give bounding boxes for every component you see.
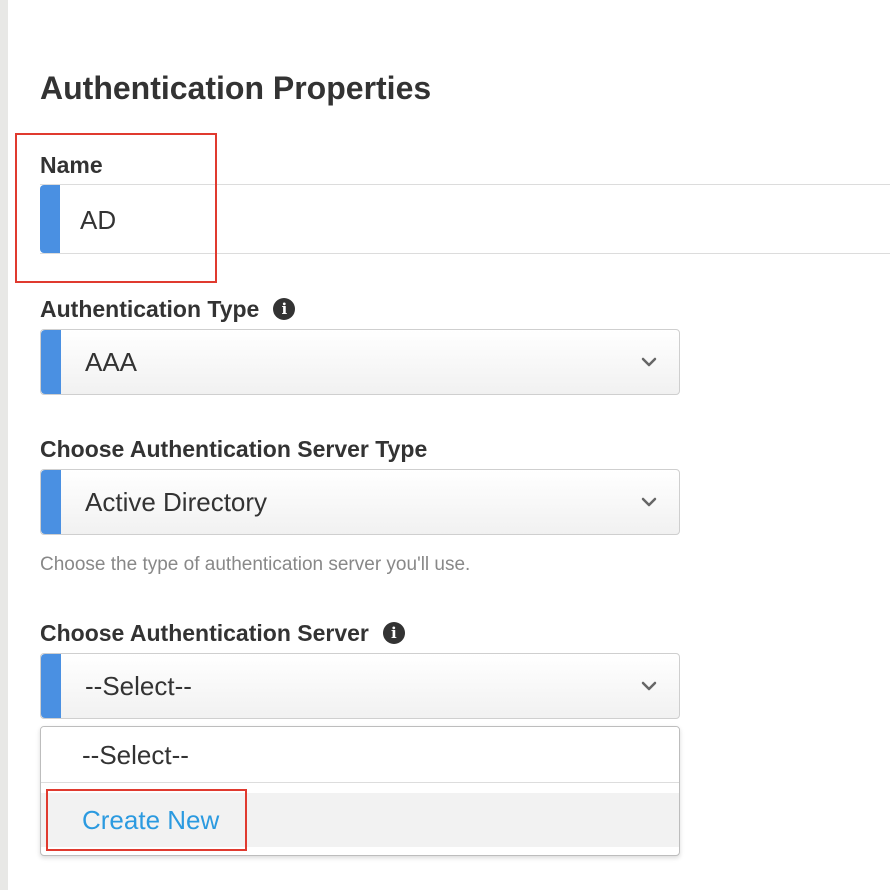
select-accent-bar xyxy=(41,330,61,394)
server-type-help-text: Choose the type of authentication server… xyxy=(40,554,471,575)
server-type-select[interactable]: Active Directory xyxy=(40,469,680,535)
select-accent-bar xyxy=(41,470,61,534)
name-input-value: AD xyxy=(80,205,117,235)
authentication-server-label-text: Choose Authentication Server xyxy=(40,620,369,646)
server-type-selected-value: Active Directory xyxy=(85,487,268,517)
authentication-type-label: Authentication Type i xyxy=(40,295,296,323)
name-label: Name xyxy=(40,151,103,179)
authentication-type-select[interactable]: AAA xyxy=(40,329,680,395)
server-type-label-text: Choose Authentication Server Type xyxy=(40,436,428,462)
authentication-server-select[interactable]: --Select-- xyxy=(40,653,680,719)
server-type-label: Choose Authentication Server Type xyxy=(40,435,427,463)
info-icon[interactable]: i xyxy=(273,298,296,320)
left-rail xyxy=(0,0,8,890)
chevron-down-icon xyxy=(641,497,657,507)
name-label-text: Name xyxy=(40,152,103,178)
dropdown-option-select[interactable]: --Select-- xyxy=(41,727,679,783)
authentication-server-label: Choose Authentication Server i xyxy=(40,619,405,647)
authentication-properties-page: Authentication Properties Name AD Authen… xyxy=(0,0,890,890)
authentication-type-selected-value: AAA xyxy=(85,347,138,377)
info-icon[interactable]: i xyxy=(382,622,405,644)
chevron-down-icon xyxy=(641,357,657,367)
authentication-server-dropdown: --Select-- Create New xyxy=(40,726,680,856)
dropdown-option-create-new[interactable]: Create New xyxy=(41,793,679,847)
authentication-type-label-text: Authentication Type xyxy=(40,296,260,322)
authentication-server-selected-value: --Select-- xyxy=(85,671,192,701)
input-accent-bar xyxy=(40,185,60,253)
chevron-down-icon xyxy=(641,681,657,691)
select-accent-bar xyxy=(41,654,61,718)
page-title: Authentication Properties xyxy=(40,70,432,106)
name-input[interactable]: AD xyxy=(40,184,890,254)
